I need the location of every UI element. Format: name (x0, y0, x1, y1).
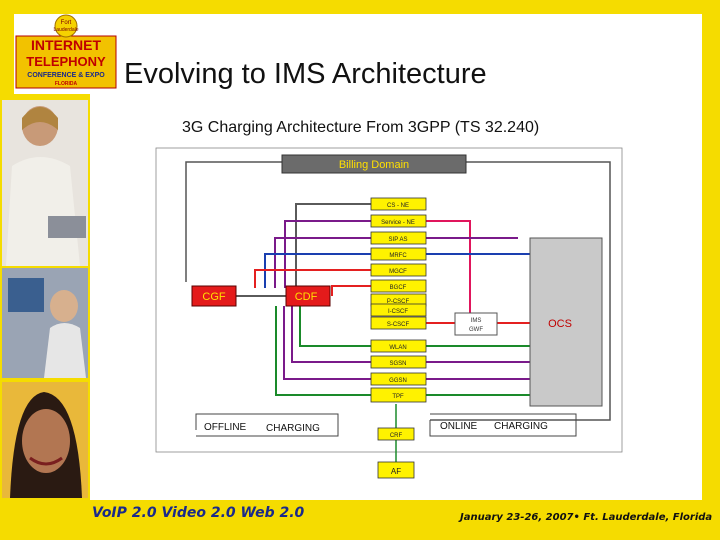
sip-as-label: SIP AS (389, 237, 408, 243)
mrfc-label: MRFC (389, 253, 407, 259)
footer-right-date: January 23-26, 2007• Ft. Lauderdale, Flo… (460, 512, 713, 523)
wlan-label: WLAN (389, 345, 406, 351)
crf-label: CRF (390, 433, 403, 439)
ims-gwf-label-2: GWF (469, 327, 483, 333)
bgcf-label: BGCF (390, 285, 407, 291)
charging-architecture-diagram: Billing Domain CGF CDF OCS IMS GWF CS - … (155, 147, 623, 479)
cgf-label: CGF (202, 291, 226, 303)
ocs-label: OCS (548, 318, 572, 330)
online-label: ONLINE (440, 421, 478, 432)
ggsn-label: GGSN (389, 378, 407, 384)
sgsn-label: SGSN (389, 361, 406, 367)
service-ne-label: Service - NE (381, 220, 415, 226)
s-cscf-label: S-CSCF (387, 322, 410, 328)
billing-domain-label: Billing Domain (339, 159, 409, 171)
cdf-label: CDF (295, 291, 318, 303)
cs-ne-label: CS - NE (387, 203, 409, 209)
footer-left-tagline: VoIP 2.0 Video 2.0 Web 2.0 (92, 505, 305, 521)
tpf-label: TPF (392, 394, 404, 400)
ims-gwf-label-1: IMS (471, 318, 482, 324)
af-label: AF (391, 467, 401, 476)
i-cscf-label: I-CSCF (388, 309, 408, 315)
offline-label: OFFLINE (204, 422, 247, 433)
online-charging-label: CHARGING (494, 421, 548, 432)
offline-charging-label: CHARGING (266, 423, 320, 434)
mgcf-label: MGCF (389, 269, 407, 275)
